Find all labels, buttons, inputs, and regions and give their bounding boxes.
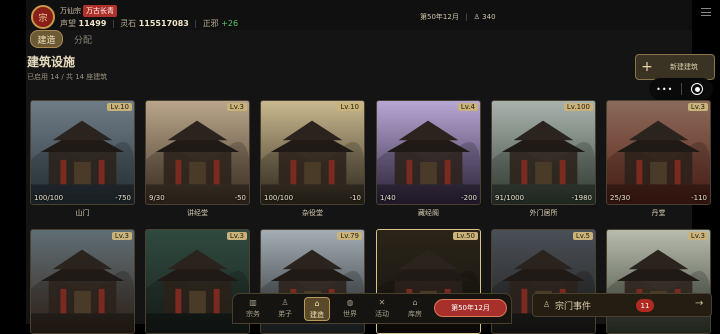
capacity-value: 1/40 bbox=[380, 194, 396, 202]
record-icon[interactable] bbox=[681, 83, 713, 95]
building-name: 杂役堂 bbox=[302, 209, 323, 217]
sect-avatar[interactable]: 宗 bbox=[31, 5, 55, 29]
nav-item[interactable]: ▥ 宗务 bbox=[240, 297, 266, 321]
upkeep-value: -50 bbox=[234, 194, 246, 202]
level-badge: Lv.79 bbox=[337, 232, 362, 240]
level-badge: Lv.5 bbox=[572, 232, 593, 240]
prestige-label: 声望 bbox=[60, 19, 76, 28]
events-count-badge: 11 bbox=[636, 299, 654, 312]
building-card[interactable]: Lv.3 9/30 -50 bbox=[145, 100, 250, 205]
capacity-value: 100/100 bbox=[264, 194, 294, 202]
tab-build[interactable]: 建造 bbox=[30, 30, 63, 48]
building-illustration bbox=[377, 101, 480, 204]
menu-icon[interactable] bbox=[701, 8, 711, 16]
date-population: 第50年12月 | ♙ 340 bbox=[420, 13, 496, 21]
month-label: 第50年12月 bbox=[420, 13, 459, 21]
building-card[interactable]: Lv.3 bbox=[30, 229, 135, 334]
prestige-value: 11499 bbox=[78, 19, 107, 28]
storehouse-icon: ⌂ bbox=[412, 298, 418, 307]
more-icon[interactable]: ••• bbox=[649, 85, 681, 94]
chart-icon: ▥ bbox=[249, 298, 257, 307]
building-card[interactable]: Lv.10 100/100 -10 bbox=[260, 100, 365, 205]
building-illustration bbox=[31, 101, 134, 204]
level-badge: Lv.50 bbox=[453, 232, 478, 240]
level-badge: Lv.3 bbox=[111, 232, 132, 240]
nav-item[interactable]: ⌂ 库房 bbox=[402, 297, 428, 321]
level-badge: Lv.3 bbox=[687, 103, 708, 111]
nav-label: 活动 bbox=[375, 310, 389, 318]
resource-stats: 声望 11499 | 灵石 115517083 | 正邪 +26 bbox=[60, 19, 239, 28]
nav-item[interactable]: ◍ 世界 bbox=[337, 297, 363, 321]
spirit-stone-value: 115517083 bbox=[138, 19, 189, 28]
population-value: 340 bbox=[482, 13, 496, 21]
sect-name: 万仙宗 bbox=[60, 7, 81, 15]
nav-item[interactable]: ♙ 弟子 bbox=[272, 297, 298, 321]
righteous-label: 正邪 bbox=[202, 19, 219, 28]
building-icon: ⌂ bbox=[314, 299, 320, 308]
upkeep-value: -10 bbox=[349, 194, 361, 202]
person-icon: ♙ bbox=[473, 13, 480, 21]
level-badge: Lv.3 bbox=[687, 232, 708, 240]
sect-events-bar[interactable]: ♙ 宗门事件 11 → bbox=[532, 293, 712, 317]
nav-label: 建造 bbox=[310, 311, 324, 319]
person-icon: ♙ bbox=[543, 300, 551, 309]
building-card[interactable]: Lv.100 91/1000 -1980 bbox=[491, 100, 596, 205]
capacity-value: 91/1000 bbox=[495, 194, 525, 202]
level-badge: Lv.3 bbox=[226, 103, 247, 111]
building-illustration bbox=[607, 101, 710, 204]
capacity-value: 25/30 bbox=[610, 194, 631, 202]
end-turn-button[interactable]: 第50年12月 bbox=[434, 299, 507, 317]
capacity-value: 9/30 bbox=[149, 194, 165, 202]
building-illustration bbox=[261, 101, 364, 204]
new-building-label: 新建建筑 bbox=[670, 63, 698, 71]
building-name: 丹堂 bbox=[651, 209, 666, 217]
building-illustration bbox=[607, 230, 710, 333]
building-card[interactable]: Lv.10 100/100 -750 bbox=[30, 100, 135, 205]
upkeep-value: -200 bbox=[461, 194, 477, 202]
spirit-stone-label: 灵石 bbox=[120, 19, 137, 28]
building-name: 山门 bbox=[75, 209, 90, 217]
tab-assign[interactable]: 分配 bbox=[70, 30, 96, 48]
arrow-right-icon[interactable]: → bbox=[695, 298, 703, 309]
level-badge: Lv.10 bbox=[337, 103, 362, 111]
building-illustration bbox=[31, 230, 134, 333]
building-name: 讲经堂 bbox=[187, 209, 208, 217]
level-badge: Lv.10 bbox=[107, 103, 132, 111]
globe-icon: ◍ bbox=[346, 298, 354, 307]
building-card[interactable]: Lv.3 bbox=[606, 229, 711, 334]
nav-label: 弟子 bbox=[278, 310, 292, 318]
building-card[interactable]: Lv.4 1/40 -200 bbox=[376, 100, 481, 205]
nav-label: 库房 bbox=[408, 310, 422, 318]
nav-label: 宗务 bbox=[246, 310, 260, 318]
person-icon: ♙ bbox=[281, 298, 289, 307]
building-card[interactable]: Lv.3 25/30 -110 bbox=[606, 100, 711, 205]
nav-label: 世界 bbox=[343, 310, 357, 318]
capacity-value: 100/100 bbox=[34, 194, 64, 202]
upkeep-value: -1980 bbox=[571, 194, 592, 202]
upkeep-value: -750 bbox=[115, 194, 131, 202]
building-illustration bbox=[492, 101, 595, 204]
nav-item[interactable]: ✕ 活动 bbox=[369, 297, 395, 321]
section-title: 建筑设施 bbox=[27, 55, 76, 69]
left-margin bbox=[0, 0, 26, 324]
righteous-delta: +26 bbox=[221, 19, 239, 28]
sect-badge: 万古长青 bbox=[83, 5, 117, 17]
section-subtitle: 已启用 14 / 共 14 座建筑 bbox=[27, 73, 108, 81]
nav-item[interactable]: ⌂ 建造 bbox=[304, 297, 330, 321]
plus-icon: + bbox=[641, 59, 653, 75]
sect-events-label: 宗门事件 bbox=[555, 302, 592, 312]
level-badge: Lv.4 bbox=[457, 103, 478, 111]
building-name: 外门居所 bbox=[529, 209, 558, 217]
upkeep-value: -110 bbox=[691, 194, 707, 202]
building-name: 藏经阁 bbox=[418, 209, 439, 217]
level-badge: Lv.3 bbox=[226, 232, 247, 240]
swords-icon: ✕ bbox=[378, 298, 386, 307]
level-badge: Lv.100 bbox=[563, 103, 593, 111]
building-illustration bbox=[146, 101, 249, 204]
new-building-button[interactable]: + 新建建筑 bbox=[635, 54, 715, 80]
mini-program-capsule: ••• bbox=[649, 78, 713, 100]
